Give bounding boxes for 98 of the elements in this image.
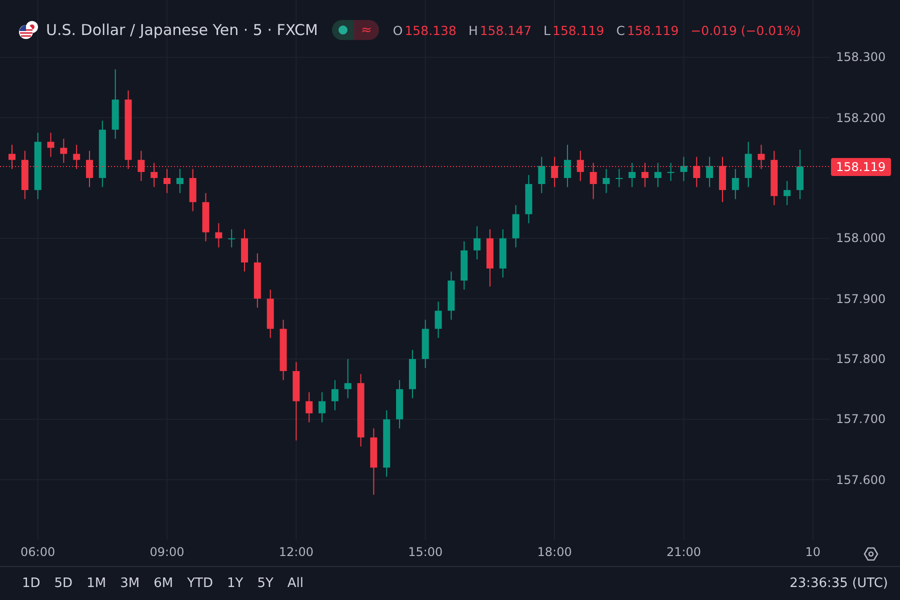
symbol-title[interactable]: U.S. Dollar / Japanese Yen · 5 · FXCM <box>46 21 318 39</box>
candlestick <box>202 192 210 242</box>
candlestick <box>306 392 313 423</box>
ohlc-label: H <box>468 22 478 38</box>
candlestick <box>680 156 688 182</box>
market-open-indicator[interactable] <box>332 20 354 40</box>
candlestick <box>474 226 481 260</box>
candlestick <box>318 392 326 423</box>
time-label: 09:00 <box>150 545 184 559</box>
ohlc-value: 158.119 <box>552 22 604 38</box>
candlestick <box>344 358 352 399</box>
range-button[interactable]: 1M <box>86 576 106 590</box>
price-label: 157.700 <box>836 412 886 426</box>
range-button[interactable]: 5D <box>54 576 73 590</box>
time-label: 18:00 <box>537 545 572 559</box>
candlestick <box>434 301 442 338</box>
range-button[interactable]: 6M <box>154 576 174 590</box>
candlestick <box>770 150 778 206</box>
price-label: 158.200 <box>836 110 886 125</box>
candlestick <box>499 228 506 278</box>
time-label: 21:00 <box>666 545 702 559</box>
candlestick <box>138 150 145 182</box>
candlestick <box>21 150 28 200</box>
candlestick <box>590 162 597 200</box>
candlestick <box>176 168 184 194</box>
candlestick <box>564 144 571 188</box>
candlestick <box>460 240 468 290</box>
price-change: −0.019 (−0.01%) <box>690 22 801 38</box>
flag-icon <box>18 20 40 40</box>
candlestick <box>719 156 726 203</box>
candlestick <box>241 228 248 272</box>
price-label: 157.900 <box>836 292 886 306</box>
candlestick <box>732 168 739 200</box>
candlestick <box>215 222 222 248</box>
range-button[interactable]: 1Y <box>226 576 244 590</box>
price-label: 158.000 <box>836 231 886 246</box>
candlestick <box>60 138 68 164</box>
price-label: 157.800 <box>836 352 886 366</box>
range-button[interactable]: 5Y <box>257 576 274 590</box>
ohlc-label: C <box>616 22 625 38</box>
candlestick <box>693 156 700 188</box>
candlestick <box>784 180 791 206</box>
candlestick <box>254 252 261 308</box>
candlestick <box>280 319 287 381</box>
candlestick <box>34 132 42 200</box>
candlestick <box>408 349 416 399</box>
ohlc-value: 158.138 <box>404 22 456 38</box>
candlestick <box>228 228 236 248</box>
time-label: 10 <box>805 545 821 559</box>
range-button[interactable]: All <box>287 576 304 590</box>
candlestick <box>383 410 390 478</box>
candlestick <box>370 428 378 496</box>
candlestick <box>667 162 674 182</box>
candlestick <box>422 319 429 369</box>
candlestick <box>47 132 54 158</box>
price-label: 158.300 <box>836 50 886 64</box>
candlestick <box>616 168 623 188</box>
candlestick <box>525 174 532 224</box>
range-button[interactable]: 1D <box>22 576 40 590</box>
candlestick <box>448 271 455 320</box>
candlestick <box>628 162 636 188</box>
candlestick <box>164 168 171 194</box>
candlestick <box>331 380 338 411</box>
candlestick <box>706 156 714 188</box>
candlestick <box>86 150 93 188</box>
candlestick <box>266 289 274 338</box>
candlestick <box>576 150 584 182</box>
candlestick <box>744 141 752 188</box>
time-label: 15:00 <box>408 545 443 559</box>
candlestick <box>538 156 546 194</box>
candlestick <box>641 162 648 188</box>
candlestick <box>150 162 158 188</box>
settings-icon[interactable] <box>863 546 879 562</box>
clock[interactable]: 23:36:35 (UTC) <box>790 576 888 590</box>
candlestick <box>486 228 494 288</box>
range-button[interactable]: YTD <box>187 576 213 590</box>
candlestick <box>758 144 765 170</box>
price-label: 157.600 <box>836 472 886 487</box>
candlestick <box>654 162 662 188</box>
range-button[interactable]: 3M <box>120 576 140 590</box>
ohlc-label: O <box>392 22 403 38</box>
candlestick <box>602 168 610 194</box>
time-label: 06:00 <box>20 545 56 559</box>
data-status-badge[interactable]: ≈ <box>354 20 379 40</box>
candlestick <box>73 144 80 170</box>
last-price-tag: 158.119 <box>831 158 891 176</box>
candlestick <box>512 204 520 248</box>
ohlc-label: L <box>544 22 551 38</box>
candlestick <box>189 168 196 212</box>
candlestick <box>796 149 804 200</box>
ohlc-value: 158.147 <box>480 22 532 38</box>
candlestick <box>112 68 119 140</box>
candlestick <box>98 120 106 188</box>
ohlc-value: 158.119 <box>626 22 679 38</box>
time-label: 12:00 <box>278 545 314 559</box>
candlestick <box>551 156 558 188</box>
candlestick <box>396 380 404 429</box>
candlestick <box>8 144 16 170</box>
